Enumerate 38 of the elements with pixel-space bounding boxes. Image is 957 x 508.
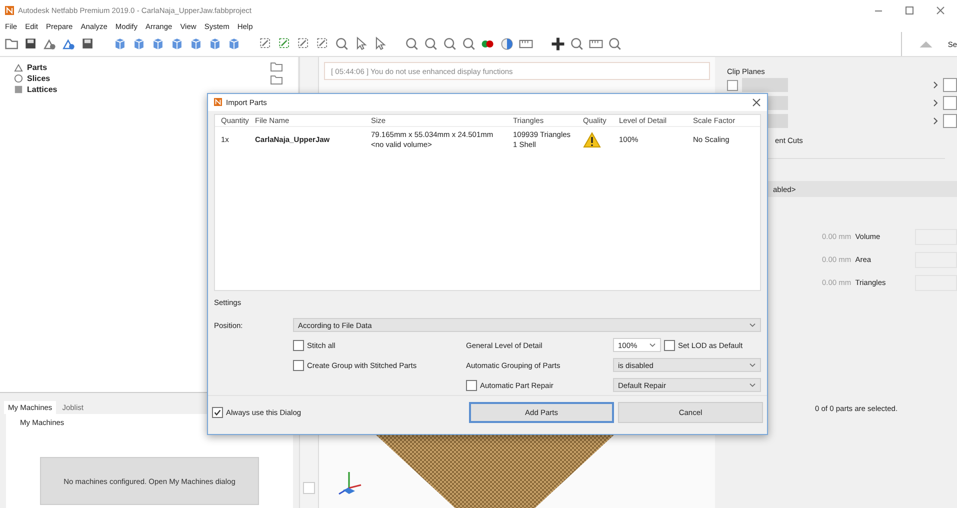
input-field[interactable] bbox=[943, 78, 957, 92]
checkbox[interactable] bbox=[466, 380, 477, 390]
circle-icon bbox=[14, 74, 23, 83]
caret-icon[interactable] bbox=[749, 322, 756, 328]
app-logo-icon bbox=[5, 6, 14, 14]
open-folder-icon[interactable] bbox=[4, 36, 20, 52]
half-circle-icon[interactable] bbox=[499, 36, 515, 52]
magnifier-icon[interactable] bbox=[423, 36, 439, 52]
magnifier-icon[interactable] bbox=[461, 36, 477, 52]
checkbox[interactable] bbox=[212, 407, 223, 418]
app-logo-icon bbox=[214, 98, 222, 106]
caret-icon[interactable] bbox=[649, 342, 656, 348]
folder-icon[interactable] bbox=[270, 74, 283, 85]
chevron-icon[interactable] bbox=[933, 117, 939, 125]
checkbox[interactable] bbox=[664, 340, 675, 350]
chevron-icon[interactable] bbox=[933, 81, 939, 89]
magnifier-icon[interactable] bbox=[569, 36, 585, 52]
input-field[interactable] bbox=[943, 114, 957, 128]
tree-item[interactable]: Parts bbox=[27, 63, 48, 72]
part-icon bbox=[14, 63, 23, 72]
tree-item[interactable]: Slices bbox=[27, 74, 50, 83]
close-icon[interactable] bbox=[752, 98, 761, 107]
caret-icon[interactable] bbox=[749, 362, 756, 368]
caret-icon[interactable] bbox=[749, 382, 756, 388]
folder-icon[interactable] bbox=[270, 61, 283, 72]
checkbox[interactable] bbox=[293, 360, 304, 370]
input-field[interactable] bbox=[943, 96, 957, 110]
checkbox[interactable] bbox=[293, 340, 304, 350]
plus-icon[interactable] bbox=[550, 36, 566, 52]
maximize-icon[interactable] bbox=[905, 6, 914, 14]
search-icon[interactable] bbox=[334, 36, 350, 52]
close-icon[interactable] bbox=[936, 6, 945, 14]
checkbox[interactable] bbox=[727, 80, 738, 90]
magnifier-icon[interactable] bbox=[442, 36, 458, 52]
tree-item[interactable]: Lattices bbox=[27, 85, 58, 94]
lattice-icon bbox=[14, 85, 23, 94]
magnifier-icon[interactable] bbox=[404, 36, 420, 52]
chevron-icon[interactable] bbox=[933, 99, 939, 107]
